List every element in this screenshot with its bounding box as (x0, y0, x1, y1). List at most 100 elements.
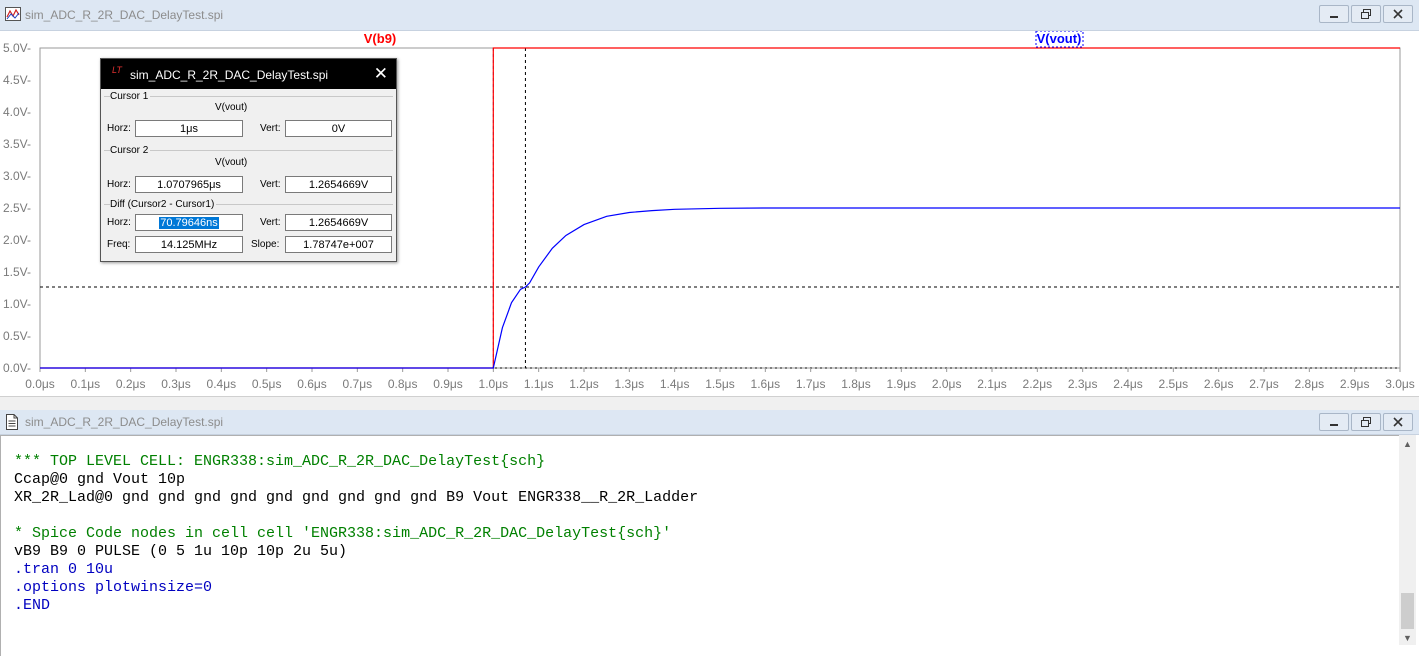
cursor1-signal: V(vout) (215, 102, 248, 113)
scroll-up-icon[interactable]: ▲ (1399, 437, 1416, 451)
diff-freq-field[interactable]: 14.125MHz (135, 236, 243, 253)
x-tick-label: 1.2μs (569, 377, 599, 391)
cursor1-vert-label: Vert: (260, 123, 281, 134)
x-tick-label: 0.7μs (343, 377, 373, 391)
netlist-line: .tran 0 10u (14, 561, 114, 578)
scroll-down-icon[interactable]: ▼ (1399, 631, 1416, 645)
netlist-close-button[interactable] (1383, 413, 1413, 431)
restore-icon (1352, 6, 1380, 22)
netlist-window: sim_ADC_R_2R_DAC_DelayTest.spi *** TOP L… (0, 410, 1419, 656)
x-tick-label: 2.4μs (1113, 377, 1143, 391)
cursor2-vert-label: Vert: (260, 179, 281, 190)
legend-label-vb9[interactable]: V(b9) (364, 31, 397, 46)
x-tick-label: 0.8μs (388, 377, 418, 391)
cursor-dialog-titlebar[interactable]: LT sim_ADC_R_2R_DAC_DelayTest.spi ✕ (101, 59, 396, 89)
x-tick-label: 0.4μs (207, 377, 237, 391)
y-tick-label: 1.0V- (3, 297, 31, 311)
y-tick-label: 2.5V- (3, 201, 31, 215)
x-tick-label: 1.8μs (841, 377, 871, 391)
cursor1-horz-field[interactable]: 1μs (135, 120, 243, 137)
cursor1-vert-field[interactable]: 0V (285, 120, 392, 137)
x-tick-label: 1.9μs (887, 377, 917, 391)
diff-vert-label: Vert: (260, 217, 281, 228)
document-icon (5, 414, 21, 430)
x-tick-label: 0.3μs (161, 377, 191, 391)
x-tick-label: 1.4μs (660, 377, 690, 391)
x-tick-label: 0.2μs (116, 377, 146, 391)
y-tick-label: 0.0V- (3, 361, 31, 375)
plot-window-titlebar[interactable]: sim_ADC_R_2R_DAC_DelayTest.spi (0, 0, 1419, 31)
x-tick-label: 1.5μs (705, 377, 735, 391)
cursor2-vert-field[interactable]: 1.2654669V (285, 176, 392, 193)
x-tick-label: 0.5μs (252, 377, 282, 391)
close-icon (1384, 6, 1412, 22)
netlist-line: .options plotwinsize=0 (14, 579, 213, 596)
netlist-line: *** TOP LEVEL CELL: ENGR338:sim_ADC_R_2R… (14, 453, 546, 470)
x-tick-label: 2.1μs (977, 377, 1007, 391)
y-tick-label: 3.5V- (3, 137, 31, 151)
cursor2-horz-label: Horz: (107, 179, 131, 190)
diff-slope-label: Slope: (251, 239, 280, 250)
x-tick-label: 2.5μs (1159, 377, 1189, 391)
x-tick-label: 2.3μs (1068, 377, 1098, 391)
close-icon (1384, 414, 1412, 430)
minimize-icon (1320, 414, 1348, 430)
x-tick-label: 0.9μs (433, 377, 463, 391)
diff-freq-label: Freq: (107, 239, 131, 250)
plot-window-title: sim_ADC_R_2R_DAC_DelayTest.spi (25, 8, 224, 22)
x-tick-label: 2.2μs (1023, 377, 1053, 391)
x-tick-label: 2.8μs (1295, 377, 1325, 391)
x-tick-label: 3.0μs (1385, 377, 1415, 391)
netlist-line: * Spice Code nodes in cell cell 'ENGR338… (14, 525, 672, 542)
x-tick-label: 1.3μs (615, 377, 645, 391)
netlist-line: XR_2R_Lad@0 gnd gnd gnd gnd gnd gnd gnd … (14, 489, 699, 506)
netlist-text-area[interactable]: *** TOP LEVEL CELL: ENGR338:sim_ADC_R_2R… (0, 435, 1399, 656)
waveform-icon (5, 7, 21, 21)
x-tick-label: 2.9μs (1340, 377, 1370, 391)
netlist-line: vB9 B9 0 PULSE (0 5 1u 10p 10p 2u 5u) (14, 543, 348, 560)
restore-button[interactable] (1351, 5, 1381, 23)
netlist-scrollbar[interactable]: ▲ ▼ (1399, 435, 1416, 645)
y-tick-label: 4.5V- (3, 73, 31, 87)
cursor2-group-label: Cursor 2 (110, 145, 151, 156)
y-tick-label: 0.5V- (3, 329, 31, 343)
y-tick-label: 1.5V- (3, 265, 31, 279)
cursor2-signal: V(vout) (215, 157, 248, 168)
x-tick-label: 0.1μs (71, 377, 101, 391)
diff-horz-label: Horz: (107, 217, 131, 228)
cursor-dialog-title: sim_ADC_R_2R_DAC_DelayTest.spi (130, 68, 329, 82)
x-tick-label: 1.6μs (751, 377, 781, 391)
x-tick-label: 1.0μs (479, 377, 509, 391)
diff-group-label: Diff (Cursor2 - Cursor1) (110, 199, 217, 210)
x-tick-label: 1.1μs (524, 377, 554, 391)
diff-horz-field[interactable]: 70.79646ns (135, 214, 243, 231)
y-tick-label: 4.0V- (3, 105, 31, 119)
x-tick-label: 0.0μs (25, 377, 55, 391)
cursor2-horz-field[interactable]: 1.0707965μs (135, 176, 243, 193)
x-tick-label: 2.0μs (932, 377, 962, 391)
x-tick-label: 2.6μs (1204, 377, 1234, 391)
y-tick-label: 2.0V- (3, 233, 31, 247)
netlist-line: Ccap@0 gnd Vout 10p (14, 471, 186, 488)
x-tick-label: 2.7μs (1249, 377, 1279, 391)
diff-slope-field[interactable]: 1.78747e+007 (285, 236, 392, 253)
netlist-window-titlebar[interactable]: sim_ADC_R_2R_DAC_DelayTest.spi (0, 410, 1419, 435)
window-separator (0, 396, 1419, 411)
close-button[interactable] (1383, 5, 1413, 23)
x-tick-label: 0.6μs (297, 377, 327, 391)
minimize-button[interactable] (1319, 5, 1349, 23)
scrollbar-thumb[interactable] (1401, 593, 1414, 629)
diff-horz-selected-text: 70.79646ns (159, 217, 219, 229)
diff-vert-field[interactable]: 1.2654669V (285, 214, 392, 231)
minimize-icon (1320, 6, 1348, 22)
netlist-restore-button[interactable] (1351, 413, 1381, 431)
legend-label-vout[interactable]: V(vout) (1037, 31, 1082, 46)
y-tick-label: 5.0V- (3, 41, 31, 55)
x-tick-label: 1.7μs (796, 377, 826, 391)
cursor1-horz-label: Horz: (107, 123, 131, 134)
cursor-dialog: LT sim_ADC_R_2R_DAC_DelayTest.spi ✕ Curs… (100, 58, 397, 262)
cursor-dialog-close-icon[interactable]: ✕ (374, 64, 388, 84)
netlist-line: .END (14, 597, 51, 614)
netlist-minimize-button[interactable] (1319, 413, 1349, 431)
y-tick-label: 3.0V- (3, 169, 31, 183)
